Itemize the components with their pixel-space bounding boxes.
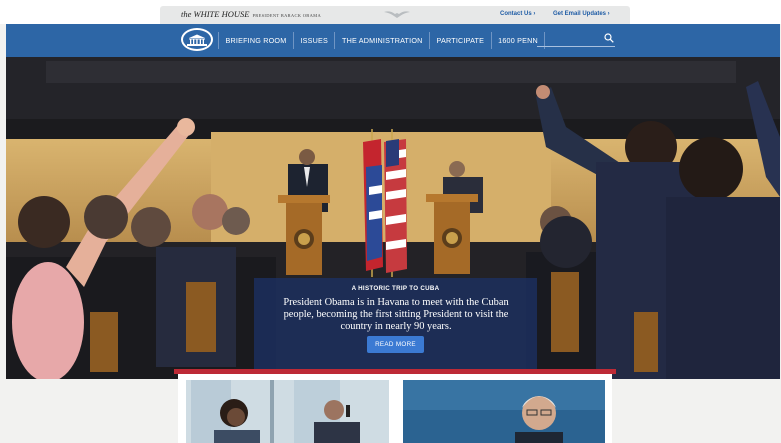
hero-caption: A HISTORIC TRIP TO CUBA President Obama … bbox=[254, 278, 537, 369]
hero-headline[interactable]: President Obama is in Havana to meet wit… bbox=[276, 297, 516, 334]
site-wordmark[interactable]: the WHITE HOUSE PRESIDENT BARACK OBAMA bbox=[181, 9, 321, 19]
search-input[interactable] bbox=[537, 32, 599, 45]
main-navigation: BRIEFING ROOM ISSUES THE ADMINISTRATION … bbox=[6, 24, 780, 57]
eagle-icon bbox=[384, 11, 410, 18]
feature-card-image-left[interactable] bbox=[186, 380, 389, 443]
site-subtitle: PRESIDENT BARACK OBAMA bbox=[252, 13, 321, 18]
search-icon[interactable] bbox=[604, 33, 614, 43]
nav-item-participate[interactable]: PARTICIPATE bbox=[430, 36, 491, 45]
feature-photo-phone-call bbox=[186, 380, 389, 443]
nav-links: BRIEFING ROOM ISSUES THE ADMINISTRATION … bbox=[218, 24, 546, 57]
white-house-seal-icon[interactable] bbox=[181, 28, 213, 51]
nav-item-issues[interactable]: ISSUES bbox=[294, 36, 335, 45]
feature-card-image-right[interactable] bbox=[403, 380, 605, 443]
read-more-button[interactable]: READ MORE bbox=[367, 336, 424, 353]
site-name: the WHITE HOUSE bbox=[181, 9, 250, 19]
search-box bbox=[537, 32, 615, 47]
contact-us-link[interactable]: Contact Us › bbox=[500, 11, 535, 17]
feature-photo-portrait bbox=[403, 380, 605, 443]
hero-kicker: A HISTORIC TRIP TO CUBA bbox=[351, 285, 440, 292]
nav-item-briefing-room[interactable]: BRIEFING ROOM bbox=[219, 36, 293, 45]
nav-item-the-administration[interactable]: THE ADMINISTRATION bbox=[335, 36, 429, 45]
email-updates-link[interactable]: Get Email Updates › bbox=[553, 11, 610, 17]
